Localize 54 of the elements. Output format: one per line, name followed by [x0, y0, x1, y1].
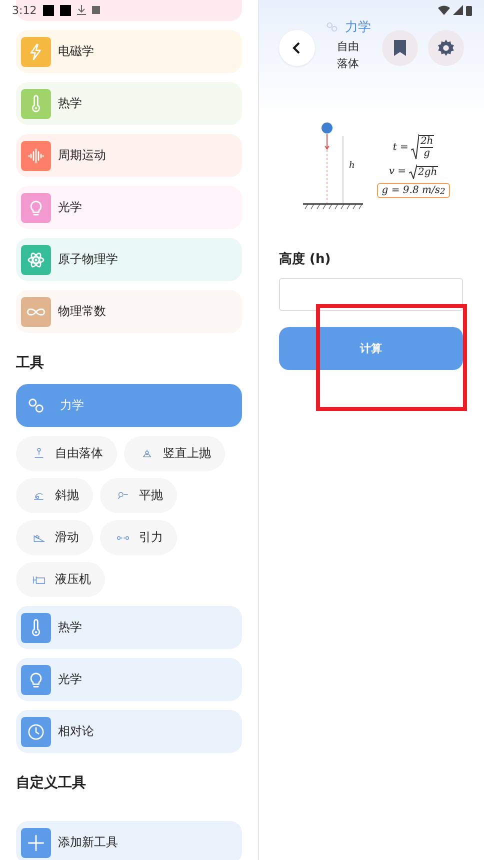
tool-chip[interactable]: 竖直上抛: [124, 436, 225, 471]
category-label: 周期运动: [58, 147, 106, 164]
tool-chip[interactable]: 自由落体: [16, 436, 117, 471]
tool-group-label: 热学: [58, 619, 82, 636]
category-label: 电磁学: [58, 43, 94, 60]
clock-icon: [26, 722, 46, 742]
bookmark-icon: [393, 39, 407, 57]
section-heading: 工具: [16, 354, 45, 372]
category-card[interactable]: 热学: [16, 82, 242, 125]
category-card[interactable]: 电磁学: [16, 30, 242, 73]
tool-chip[interactable]: 引力: [100, 520, 177, 555]
tool-chip[interactable]: 平抛: [100, 478, 177, 513]
back-button[interactable]: [279, 30, 315, 66]
gears-icon: [325, 21, 339, 33]
formula: v = 2gh: [388, 164, 438, 179]
tool-chip[interactable]: 液压机: [16, 562, 105, 597]
tool-chip[interactable]: 斜抛: [16, 478, 93, 513]
category-title: 力学: [345, 19, 371, 36]
waveform-icon: [26, 146, 46, 166]
tool-group-label: 力学: [60, 397, 84, 414]
category-card[interactable]: 光学: [16, 186, 242, 229]
falling-ball-icon: [32, 446, 46, 460]
category-label: 原子物理学: [58, 251, 118, 268]
category-label: 光学: [58, 199, 82, 216]
tool-group[interactable]: 光学: [16, 658, 242, 701]
download-icon: [76, 5, 86, 15]
category-card[interactable]: 周期运动: [16, 134, 242, 177]
wifi-icon: [438, 4, 450, 14]
add-tool-button[interactable]: 添加新工具: [16, 821, 242, 860]
category-label: 物理常数: [58, 303, 106, 320]
radical-sign: [409, 164, 418, 179]
radical-sign: [411, 134, 420, 160]
status-time: 3:12: [12, 4, 37, 16]
height-label: h: [349, 161, 355, 171]
tool-title: 自由落体: [337, 39, 360, 72]
signal-icon: [453, 4, 463, 14]
category-label: 热学: [58, 95, 82, 112]
gears-icon: [26, 396, 46, 416]
formula: t = 2h g: [392, 134, 434, 160]
field-label: 高度 (h): [279, 250, 332, 268]
settings-button[interactable]: [428, 30, 464, 66]
tool-group[interactable]: 热学: [16, 606, 242, 649]
section-heading: 自定义工具: [16, 774, 87, 792]
bookmark-button[interactable]: [382, 30, 418, 66]
category-card[interactable]: 原子物理学: [16, 238, 242, 281]
category-card[interactable]: 物理常数: [16, 290, 242, 333]
settings-icon: [436, 38, 456, 58]
atom-icon: [26, 250, 46, 270]
height-input[interactable]: [279, 278, 463, 311]
tool-group[interactable]: 相对论: [16, 710, 242, 753]
tool-group-label: 光学: [58, 671, 82, 688]
tool-group-label: 相对论: [58, 723, 94, 740]
tool-chip[interactable]: 滑动: [16, 520, 93, 555]
battery-icon: [466, 4, 472, 16]
